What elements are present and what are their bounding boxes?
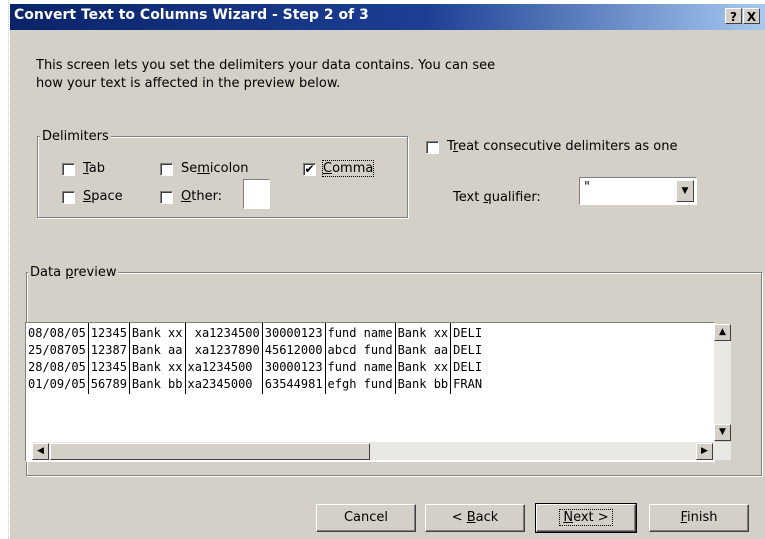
preview-cell: fund name [325,323,396,343]
preview-cell: 45612000 [262,343,326,360]
preview-cell: DELI [453,326,483,340]
close-icon: X [746,10,757,24]
preview-cell: 30000123 [262,323,326,343]
preview-cell: abcd fund [325,343,396,360]
scroll-up-icon[interactable]: ▲ [714,324,731,341]
space-checkbox[interactable] [62,191,75,204]
left-edge-strip [0,0,9,539]
preview-cell: FRAN [453,377,483,391]
scroll-down-icon[interactable]: ▼ [714,424,731,441]
preview-cell: 08/08/05 [26,323,89,343]
cancel-button[interactable]: Cancel [316,504,416,532]
preview-cell: DELI [453,343,483,357]
checkmark-icon: ✔ [304,162,315,176]
space-label[interactable]: Space [83,189,123,204]
treat-consecutive-checkbox[interactable] [426,141,439,154]
other-label[interactable]: Other: [181,189,222,204]
preview-cell: Bank bb [129,377,186,394]
text-qualifier-select[interactable]: " ▼ [579,177,697,205]
preview-cell: Bank xx [129,323,186,343]
preview-cell: efgh fund [325,377,396,394]
wizard-dialog: Convert Text to Columns Wizard - Step 2 … [10,4,765,539]
comma-label[interactable]: Comma [321,160,375,177]
scroll-right-icon[interactable]: ▶ [696,443,713,460]
preview-cell: 12345 [88,323,130,343]
preview-cell: 12345 [88,360,130,377]
semicolon-checkbox[interactable] [160,163,173,176]
tab-checkbox[interactable] [62,163,75,176]
close-button[interactable]: X [743,8,760,24]
preview-cell: Bank bb [395,377,452,394]
preview-row: 01/09/05 56789 Bank bb xa2345000 63544981 efg… [26,377,484,394]
preview-cell: 12387 [88,343,130,360]
preview-cell: xa2345000 [185,377,263,394]
data-preview-box[interactable]: 08/08/05 12345 Bank xx xa1234500 30000123 fu… [25,322,715,462]
preview-row: 25/08705 12387 Bank aa xa1237890 45612000 ab… [26,343,484,360]
data-preview-table: 08/08/05 12345 Bank xx xa1234500 30000123 fu… [26,323,484,394]
horizontal-scroll-thumb[interactable] [50,443,370,460]
delimiters-group [37,136,408,218]
other-input[interactable] [243,179,270,209]
help-button[interactable]: ? [725,8,742,24]
intro-line-1: This screen lets you set the delimiters … [36,58,496,73]
data-preview-legend: Data preview [28,265,119,280]
preview-cell: fund name [325,360,396,377]
help-icon: ? [730,10,737,24]
preview-cell: 01/09/05 [26,377,89,394]
preview-cell: Bank xx [129,360,186,377]
preview-cell: 63544981 [262,377,326,394]
tab-label[interactable]: Tab [83,161,105,176]
preview-row: 08/08/05 12345 Bank xx xa1234500 30000123 fu… [26,323,484,343]
text-qualifier-value: " [584,180,590,195]
finish-button[interactable]: Finish [649,504,749,532]
comma-checkbox[interactable]: ✔ [303,163,316,176]
treat-consecutive-label[interactable]: Treat consecutive delimiters as one [447,139,677,154]
delimiters-legend: Delimiters [40,129,111,144]
preview-cell: DELI [453,360,483,374]
preview-cell: 25/08705 [26,343,89,360]
next-button[interactable]: Next > [535,503,637,533]
preview-row: 28/08/05 12345 Bank xx xa1234500 30000123 fun… [26,360,484,377]
preview-cell: 28/08/05 [26,360,89,377]
preview-cell: 56789 [88,377,130,394]
dialog-title: Convert Text to Columns Wizard - Step 2 … [14,7,369,23]
semicolon-label[interactable]: Semicolon [181,161,248,176]
chevron-down-icon[interactable]: ▼ [676,180,694,202]
back-button[interactable]: < Back [425,504,525,532]
intro-line-2: how your text is affected in the preview… [36,76,341,91]
text-qualifier-label: Text qualifier: [453,190,541,205]
preview-cell: Bank aa [395,343,452,360]
preview-cell: xa1234500 [185,323,263,343]
other-checkbox[interactable] [160,191,173,204]
scroll-left-icon[interactable]: ◀ [32,443,49,460]
preview-cell: Bank aa [129,343,186,360]
preview-cell: 30000123 [262,360,326,377]
title-bar: Convert Text to Columns Wizard - Step 2 … [10,4,765,30]
preview-cell: Bank xx [395,360,452,377]
preview-cell: xa1237890 [185,343,263,360]
preview-cell: Bank xx [395,323,452,343]
preview-cell: xa1234500 [185,360,263,377]
